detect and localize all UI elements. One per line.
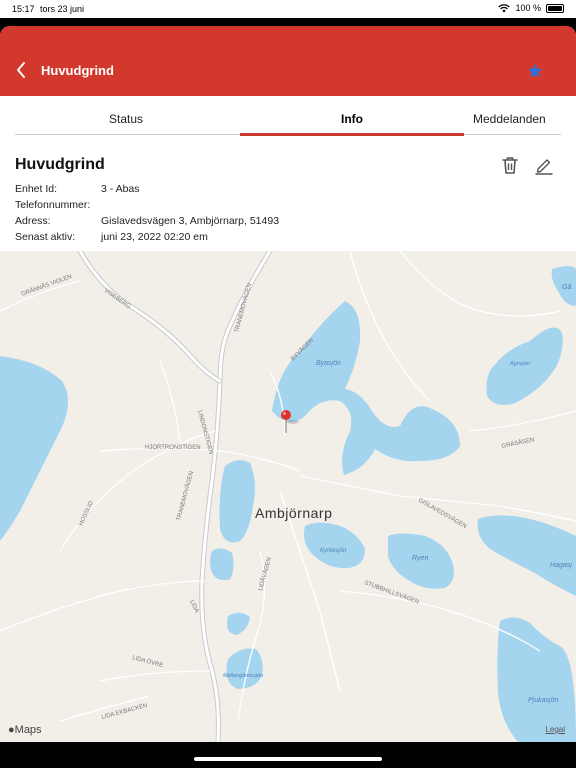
road-label-lida: LIDA xyxy=(188,599,199,614)
field-label: Senast aktiv: xyxy=(15,231,76,243)
lake-byasjon xyxy=(272,301,460,475)
road-label-grasasen: GRÄSÅSEN xyxy=(501,436,535,450)
apple-logo-icon: ● xyxy=(8,724,15,736)
chevron-left-icon[interactable] xyxy=(14,60,28,80)
lake-small-1 xyxy=(210,548,234,581)
lake-label-mellangardssjon: Mellangårdssjön xyxy=(223,672,263,679)
home-indicator[interactable] xyxy=(194,757,382,761)
field-value: Gislavedsvägen 3, Ambjörnarp, 51493 xyxy=(101,215,280,227)
maps-brand: ●Maps xyxy=(8,724,42,736)
trash-icon[interactable] xyxy=(500,155,520,175)
status-indicators: 100 % xyxy=(498,3,564,13)
lake-small-2 xyxy=(227,612,250,635)
lake-label-ryen: Ryen xyxy=(412,555,428,562)
maps-brand-label: Maps xyxy=(14,724,42,736)
field-value: 3 - Abas xyxy=(101,183,140,195)
field-label: Telefonnummer: xyxy=(15,199,91,211)
status-bar: 15:17 tors 23 juni 100 % xyxy=(0,0,576,18)
lake-west xyxy=(0,356,69,541)
tab-meddelanden[interactable]: Meddelanden xyxy=(473,112,546,126)
road-labels: GRÄNNÅS VIOLEN VISEBERG TRANEMOVÄGEN BYV… xyxy=(20,273,535,721)
device-title: Huvudgrind xyxy=(15,156,105,173)
battery-icon xyxy=(546,3,564,13)
header-title: Huvudgrind xyxy=(41,63,114,78)
pencil-icon[interactable] xyxy=(534,155,554,175)
map-view[interactable]: GRÄNNÅS VIOLEN VISEBERG TRANEMOVÄGEN BYV… xyxy=(0,251,576,742)
tab-info[interactable]: Info xyxy=(341,112,363,126)
nav-header: Huvudgrind xyxy=(0,26,576,96)
minor-roads xyxy=(0,251,576,722)
town-label: Ambjörnarp xyxy=(255,505,332,521)
lake-label-byasjon: Byasjön xyxy=(316,360,341,367)
lake-label-ga: Gå xyxy=(562,283,571,291)
lake-hagasjon xyxy=(477,515,576,596)
road-label-lida-ovre: LIDA ÖVRE xyxy=(131,654,163,669)
star-icon[interactable] xyxy=(526,62,544,80)
road-label-lidavagen: LIDÅVÄGEN xyxy=(257,557,273,592)
field-label: Enhet Id: xyxy=(15,183,58,195)
lake-label-pjukasjon: Pjukasjön xyxy=(528,697,558,704)
status-time: 15:17 xyxy=(12,4,35,14)
active-tab-indicator xyxy=(240,133,464,136)
road-label-hjortronstigen: HJORTRONSTIGEN xyxy=(145,445,201,451)
road-label-tranemovagen-south: TRANEMOVÄGEN xyxy=(175,470,195,521)
road-label-lida-ekbacken: LIDA EKBACKEN xyxy=(101,703,148,721)
map-canvas[interactable]: GRÄNNÅS VIOLEN VISEBERG TRANEMOVÄGEN BYV… xyxy=(0,251,576,742)
lake-label-kyrkesjon: Kyrkesjön xyxy=(320,548,347,554)
road-label-hosslid: HOSSLID xyxy=(78,500,95,527)
status-date: tors 23 juni xyxy=(40,4,85,14)
battery-percent: 100 % xyxy=(515,3,541,13)
lake-west-ambjornarp xyxy=(219,460,255,543)
tab-status[interactable]: Status xyxy=(109,112,143,126)
field-label: Adress: xyxy=(15,215,51,227)
lake-kyrkesjon xyxy=(303,522,365,569)
tab-bar: Status Info Meddelanden xyxy=(15,106,561,136)
wifi-icon xyxy=(498,3,511,12)
lakes xyxy=(0,266,576,742)
lake-label-hagasjon: Hagasj xyxy=(550,562,572,569)
legal-link[interactable]: Legal xyxy=(545,725,565,734)
road-label-stubbhillsvagen: STUBBHILLSVÄGEN xyxy=(363,579,420,605)
lake-pjukasjon xyxy=(497,617,576,742)
detail-sheet: Huvudgrind Status Info Meddelanden Huvud… xyxy=(0,26,576,742)
road-label-viseberg: VISEBERG xyxy=(103,288,132,311)
lake-label-agnsjon: Agnsjön xyxy=(509,361,530,367)
field-value: juni 23, 2022 02:20 em xyxy=(101,231,208,243)
